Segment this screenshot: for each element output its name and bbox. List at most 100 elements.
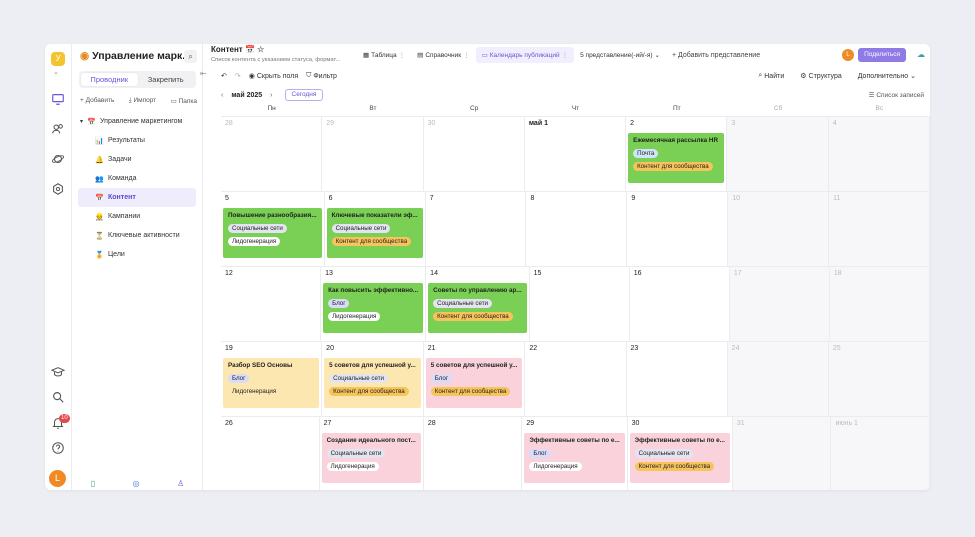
event-card[interactable]: Эффективные советы по е... Социальные сет… — [629, 433, 730, 483]
day-cell[interactable]: 29 Эффективные советы по е... Блог Лидогене… — [522, 417, 628, 490]
sidebar-item-tasks[interactable]: 🔔 Задачи — [78, 150, 196, 169]
tab-directory[interactable]: ▤ Справочник ⋮ — [411, 47, 475, 63]
tab-explorer[interactable]: Проводник — [81, 73, 138, 86]
day-cell[interactable]: 28 — [221, 117, 323, 192]
day-cell[interactable]: 24 — [727, 342, 829, 417]
day-cell[interactable]: 7 — [425, 192, 527, 267]
more-icon[interactable]: ⋮ — [399, 51, 406, 59]
event-card[interactable]: Создание идеального пост... Социальные се… — [321, 433, 421, 483]
event-card[interactable]: 5 советов для успешной у... Социальные се… — [324, 358, 421, 408]
day-cell[interactable]: 21 5 советов для успешной у... Блог Контент… — [423, 342, 526, 417]
collapse-sidebar-icon[interactable]: ⇤ — [200, 69, 207, 78]
day-cell[interactable]: 8 — [526, 192, 628, 267]
day-cell[interactable]: 31 — [732, 417, 832, 490]
sidebar-item-campaigns[interactable]: 👷 Кампании — [78, 207, 196, 226]
day-cell[interactable]: 2 Ежемесячная рассылка HR Почта Контент для… — [626, 117, 728, 192]
share-button[interactable]: Поделиться — [858, 48, 906, 62]
day-cell[interactable]: 19 Разбор SEO Основы Блог Лидогенерация — [221, 342, 323, 417]
more-icon[interactable]: ⋮ — [562, 51, 569, 59]
event-card[interactable]: Ключевые показатели эф... Социальные сети… — [326, 208, 423, 258]
day-cell[interactable]: 27 Создание идеального пост... Социальные … — [320, 417, 424, 490]
day-cell[interactable]: 9 — [627, 192, 729, 267]
sidebar-item-goals[interactable]: 🏅 Цели — [78, 245, 196, 264]
add-view-button[interactable]: + Добавить представление — [672, 52, 760, 59]
day-cell[interactable]: 10 — [728, 192, 830, 267]
day-cell[interactable]: 26 — [221, 417, 320, 490]
caret-down-icon[interactable]: ▾ — [80, 118, 83, 125]
user-avatar[interactable]: L — [49, 470, 66, 487]
workspace-avatar[interactable]: У — [51, 52, 65, 66]
user-avatar[interactable]: L — [842, 49, 854, 61]
hide-fields-button[interactable]: ◉ Скрыть поля — [249, 72, 298, 81]
find-button[interactable]: ⌕ Найти — [758, 72, 784, 80]
more-dropdown[interactable]: Дополнительно ⌄ — [858, 72, 916, 81]
sidebar-title[interactable]: ◉ Управление марк... — [80, 50, 191, 62]
day-cell[interactable]: 11 — [829, 192, 930, 267]
record-list-button[interactable]: ☰ Список записей — [869, 91, 924, 99]
user-add-icon[interactable]: ♙ — [177, 479, 184, 488]
undo-icon[interactable]: ↶ — [221, 72, 227, 80]
day-cell[interactable]: 3 — [727, 117, 829, 192]
sidebar-item-team[interactable]: 👥 Команда — [78, 169, 196, 188]
sidebar-item-results[interactable]: 📊 Результаты — [78, 131, 196, 150]
sync-icon[interactable]: ◎ — [133, 479, 140, 488]
day-cell[interactable]: 23 — [626, 342, 728, 417]
day-cell[interactable]: 18 — [829, 267, 930, 342]
trash-icon[interactable]: ▯ — [91, 479, 95, 488]
day-cell[interactable]: 16 — [629, 267, 730, 342]
day-cell[interactable]: 17 — [729, 267, 830, 342]
day-cell[interactable]: 6 Ключевые показатели эф... Социальные сет… — [324, 192, 426, 267]
event-card[interactable]: 5 советов для успешной у... Блог Контент д… — [425, 358, 523, 408]
tab-table[interactable]: ▦ Таблица ⋮ — [357, 47, 411, 63]
event-card[interactable]: Эффективные советы по е... Блог Лидогенера… — [524, 433, 625, 483]
next-month-icon[interactable]: › — [270, 92, 272, 99]
event-card[interactable]: Как повысить эффективно... Блог Лидогенера… — [323, 283, 424, 333]
sidebar-item-content[interactable]: 📅 Контент — [78, 188, 196, 207]
help-icon[interactable] — [51, 441, 65, 455]
search-icon[interactable]: ⌕ — [184, 50, 197, 63]
day-cell[interactable]: 4 — [828, 117, 930, 192]
prev-month-icon[interactable]: ‹ — [221, 92, 223, 99]
tree-root[interactable]: ▾ 📅 Управление маркетингом — [78, 112, 196, 131]
users-icon[interactable] — [51, 122, 65, 136]
day-cell[interactable]: 13 Как повысить эффективно... Блог Лидогене… — [321, 267, 427, 342]
day-cell[interactable]: 15 — [529, 267, 630, 342]
planet-icon[interactable] — [51, 152, 65, 166]
more-icon[interactable]: ⋮ — [463, 51, 470, 59]
event-card[interactable]: Советы по управлению ар... Социальные сет… — [428, 283, 527, 333]
today-button[interactable]: Сегодня — [284, 89, 324, 101]
star-icon[interactable]: ☆ — [257, 45, 264, 54]
day-cell[interactable]: 22 — [525, 342, 627, 417]
structure-button[interactable]: ⚙ Структура — [800, 72, 842, 81]
tab-publication-calendar[interactable]: ▭ Календарь публикаций ⋮ — [475, 47, 575, 63]
folder-button[interactable]: ▭ Папка — [171, 97, 197, 105]
monitor-icon[interactable] — [51, 92, 65, 106]
page-title[interactable]: Контент 📅 ☆ — [211, 45, 349, 55]
filter-button[interactable]: ⛉ Фильтр — [306, 72, 337, 80]
settings-hex-icon[interactable] — [51, 182, 65, 196]
event-card[interactable]: Разбор SEO Основы Блог Лидогенерация — [223, 358, 320, 408]
import-button[interactable]: ⤓ Импорт — [129, 97, 156, 105]
redo-icon[interactable]: ↷ — [235, 72, 241, 80]
day-cell[interactable]: 29 — [322, 117, 424, 192]
more-views-dropdown[interactable]: 5 представление(-ий/-я) ⌄ — [574, 47, 666, 63]
day-cell[interactable]: 12 — [221, 267, 322, 342]
add-button[interactable]: + Добавить — [80, 97, 114, 105]
day-cell[interactable]: июнь 1 — [831, 417, 930, 490]
day-cell[interactable]: 20 5 советов для успешной у... Социальные … — [322, 342, 424, 417]
day-cell[interactable]: 5 Повышение разнообразия... Социальные сет… — [221, 192, 325, 267]
chevron-down-icon[interactable]: ⌄ — [53, 68, 59, 76]
day-cell[interactable]: 30 — [423, 117, 525, 192]
search-icon[interactable] — [51, 390, 65, 404]
tab-pin[interactable]: Закрепить — [138, 73, 195, 86]
cloud-icon[interactable]: ☁ — [917, 50, 925, 59]
sidebar-item-key-activities[interactable]: ⏳ Ключевые активности — [78, 226, 196, 245]
day-cell[interactable]: 25 — [828, 342, 930, 417]
event-card[interactable]: Повышение разнообразия... Социальные сети… — [223, 208, 322, 258]
day-cell[interactable]: май 1 — [524, 117, 627, 192]
event-card[interactable]: Ежемесячная рассылка HR Почта Контент для … — [628, 133, 725, 183]
day-cell[interactable]: 28 — [424, 417, 523, 490]
graduation-cap-icon[interactable] — [50, 365, 66, 379]
day-cell[interactable]: 30 Эффективные советы по е... Социальные с… — [628, 417, 733, 490]
day-cell[interactable]: 14 Советы по управлению ар... Социальные с… — [426, 267, 530, 342]
